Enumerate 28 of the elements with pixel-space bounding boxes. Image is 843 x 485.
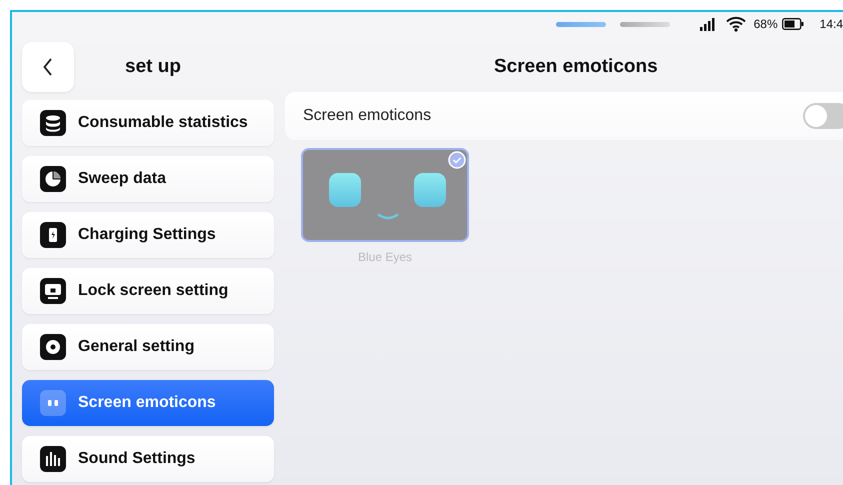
sidebar-title: set up [125,56,181,78]
page-title: Screen emoticons [493,55,659,79]
toggle-switch[interactable] [803,103,843,129]
toggle-label: Screen emoticons [303,107,432,125]
battery-icon [782,18,804,30]
sidebar-item[interactable]: Screen emoticons [22,380,274,426]
sound-bars-icon [40,446,66,472]
battery-percent: 68% [754,17,778,31]
clock-time: 14:4 [820,17,843,31]
indicator-pill [620,22,670,26]
battery-icon [40,222,66,248]
sidebar-item[interactable]: Sound Settings [22,436,274,482]
sidebar-item[interactable]: Lock screen setting [22,268,274,314]
sidebar-item[interactable]: Charging Settings [22,212,274,258]
emoticon-name: Blue Eyes [358,250,412,264]
back-button[interactable] [22,42,74,92]
pie-chart-icon [40,166,66,192]
wifi-icon [726,16,746,32]
database-icon [40,110,66,136]
settings-icon [40,334,66,360]
indicator-pill [556,22,606,26]
back-chevron-icon [43,58,53,76]
check-icon [448,151,466,169]
sidebar-item[interactable]: General setting [22,324,274,370]
lock-screen-icon [40,278,66,304]
eyes-icon [40,390,66,416]
sidebar-item[interactable]: Sweep data [22,156,274,202]
sidebar-item[interactable]: Consumable statistics [22,100,274,146]
